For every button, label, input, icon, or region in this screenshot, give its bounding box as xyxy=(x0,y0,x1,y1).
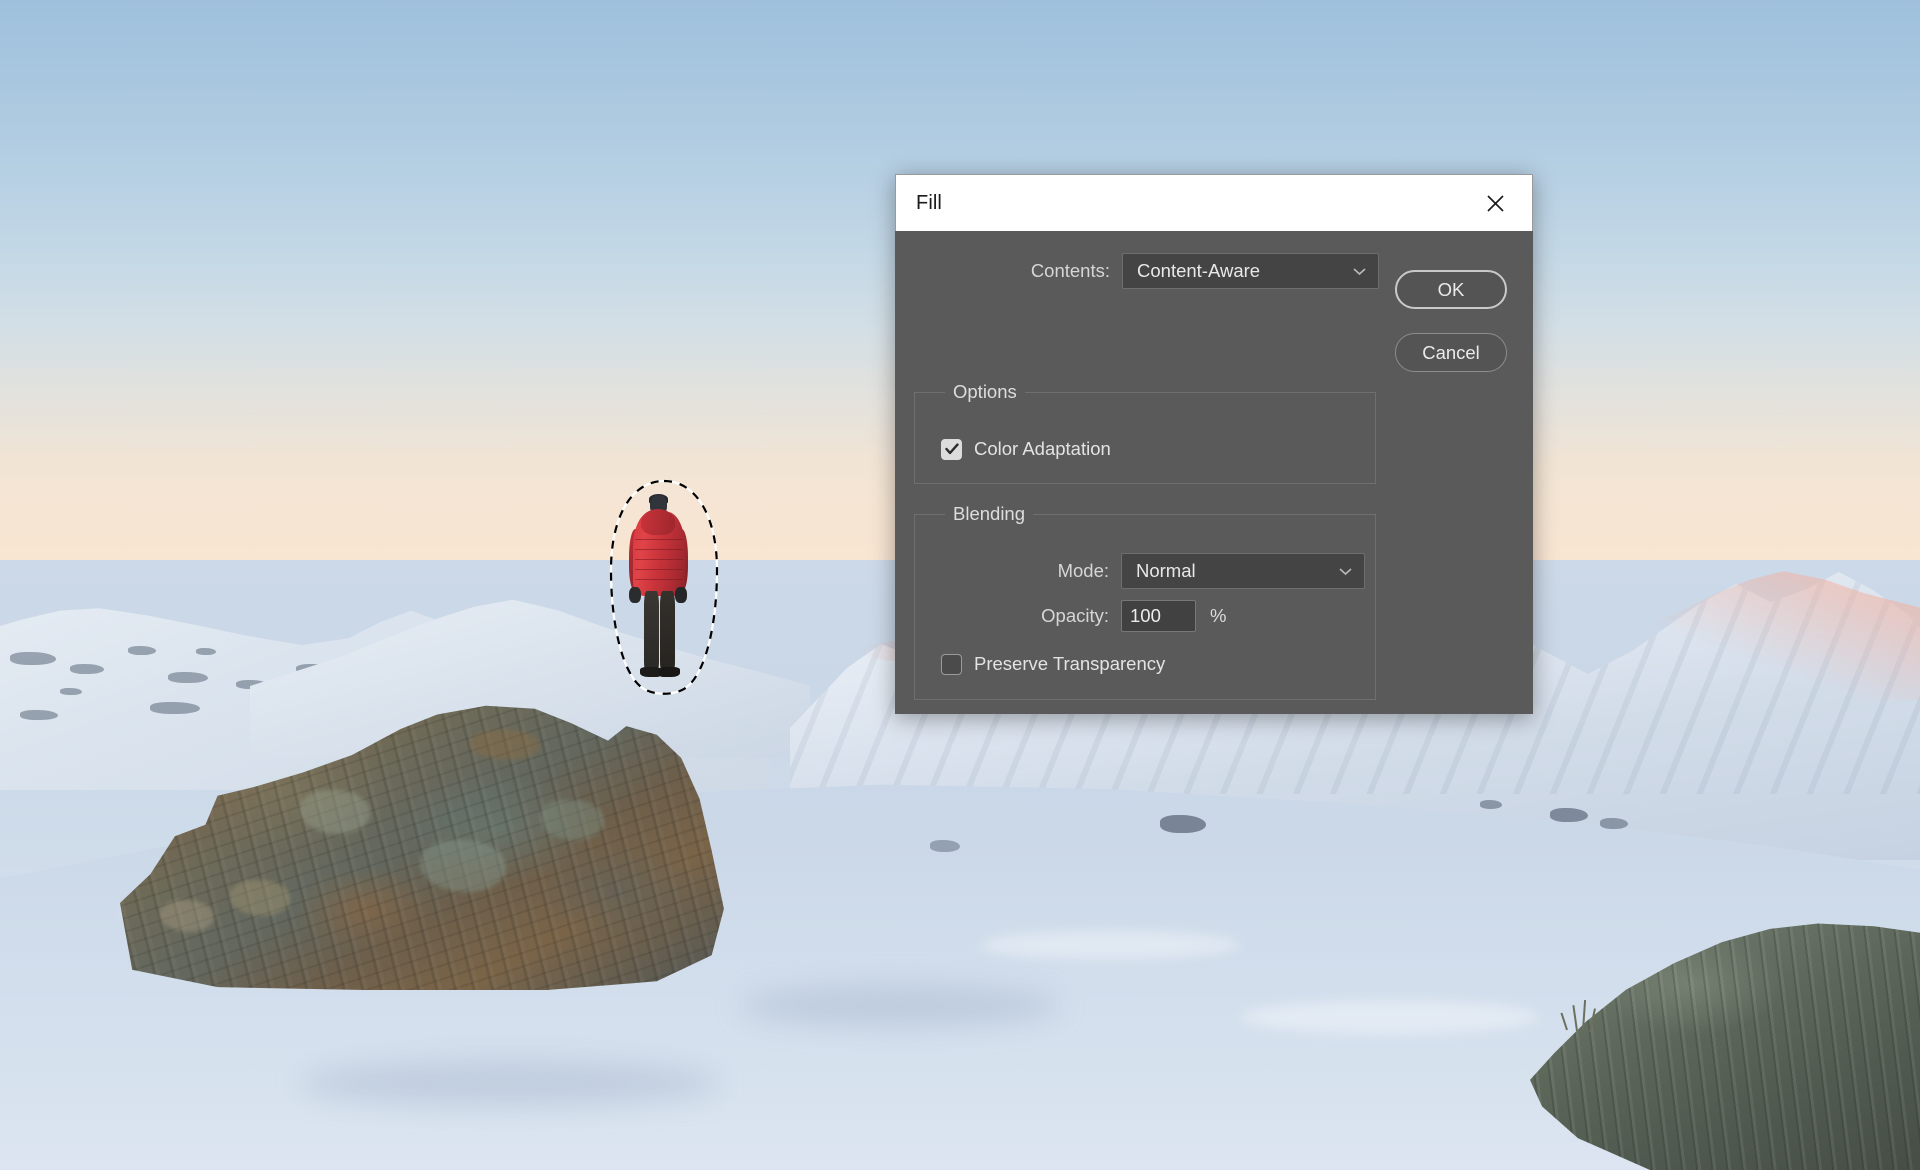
dialog-body: Contents: Content-Aware OK Cancel Option… xyxy=(895,231,1533,714)
mode-select[interactable]: Normal xyxy=(1121,553,1365,589)
dialog-titlebar: Fill xyxy=(895,174,1533,231)
color-adaptation-label: Color Adaptation xyxy=(974,438,1111,459)
fill-dialog: Fill Contents: Content-Aware OK Cancel O… xyxy=(895,174,1533,714)
opacity-row: Opacity: % xyxy=(915,600,1226,632)
mode-value: Normal xyxy=(1136,560,1196,581)
mode-row: Mode: Normal xyxy=(915,553,1365,589)
color-adaptation-checkbox[interactable]: Color Adaptation xyxy=(941,438,1111,460)
blending-group-title: Blending xyxy=(945,503,1034,525)
distant-rock xyxy=(930,840,960,852)
close-icon[interactable] xyxy=(1480,188,1510,218)
preserve-transparency-label: Preserve Transparency xyxy=(974,653,1166,674)
snow-shadow xyxy=(300,1060,720,1106)
mode-label: Mode: xyxy=(1057,560,1109,581)
preserve-transparency-checkbox[interactable]: Preserve Transparency xyxy=(941,653,1165,675)
dialog-title: Fill xyxy=(916,191,942,214)
contents-label: Contents: xyxy=(1030,260,1110,281)
snow-drift xyxy=(1240,1000,1540,1034)
chevron-down-icon xyxy=(1332,567,1364,576)
contents-select[interactable]: Content-Aware xyxy=(1122,253,1379,289)
checkbox-checked-icon xyxy=(941,438,962,460)
opacity-unit-label: % xyxy=(1210,605,1227,626)
snow-shadow xyxy=(740,985,1060,1027)
distant-rock xyxy=(1600,818,1628,829)
options-group-title: Options xyxy=(945,381,1025,403)
cancel-button[interactable]: Cancel xyxy=(1395,333,1507,372)
distant-rock xyxy=(1550,808,1588,822)
ok-button[interactable]: OK xyxy=(1395,270,1507,309)
checkbox-unchecked-icon xyxy=(941,653,962,675)
photoshop-canvas: Fill Contents: Content-Aware OK Cancel O… xyxy=(0,0,1920,1170)
distant-rock xyxy=(1160,815,1206,833)
distant-rock xyxy=(1480,800,1502,809)
chevron-down-icon xyxy=(1346,267,1378,276)
opacity-label: Opacity: xyxy=(1041,605,1109,626)
opacity-input[interactable] xyxy=(1121,600,1196,632)
snow-drift xyxy=(980,930,1240,960)
contents-value: Content-Aware xyxy=(1137,260,1261,281)
marching-ants-selection[interactable] xyxy=(604,478,719,695)
